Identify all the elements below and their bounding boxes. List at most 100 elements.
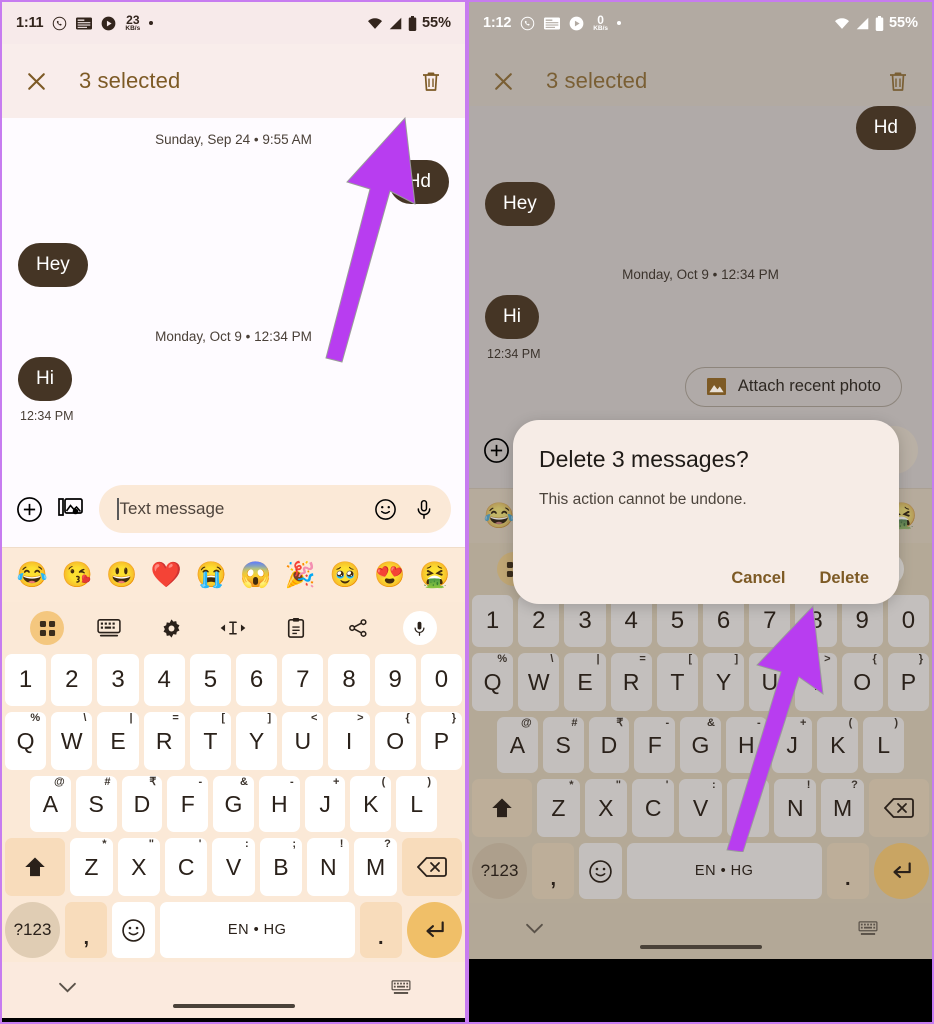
key-9[interactable]: 9 [374, 654, 416, 706]
message-row[interactable]: Hi [485, 294, 916, 339]
gallery-icon[interactable] [57, 496, 85, 522]
key-o[interactable]: {O [374, 712, 416, 770]
delete-button[interactable]: Delete [819, 569, 869, 588]
key-5[interactable]: 5 [189, 654, 231, 706]
key-e[interactable]: | E [97, 712, 139, 770]
key-l[interactable]: ) L [863, 717, 905, 773]
key-period[interactable]: . [826, 843, 869, 899]
key-q[interactable]: % Q [4, 712, 47, 770]
key-m[interactable]: ? M [821, 779, 864, 837]
text-message-input[interactable]: Text message [99, 485, 451, 533]
key-c[interactable]: ' C [164, 838, 208, 896]
message-row[interactable]: Hd [485, 106, 916, 150]
emoji-icon[interactable] [374, 498, 397, 521]
key-3[interactable]: 3 [97, 654, 139, 706]
attach-recent-photo-chip[interactable]: Attach recent photo [684, 366, 902, 407]
shift-icon[interactable] [472, 779, 533, 837]
emoji-suggestion[interactable]: ❤️ [151, 562, 182, 588]
emoji-suggestion[interactable]: 😂 [484, 503, 515, 529]
key-q[interactable]: % Q [471, 653, 514, 711]
key-c[interactable]: ' C [631, 779, 675, 837]
clipboard-icon[interactable] [265, 617, 327, 639]
key-i[interactable]: > I [795, 653, 837, 711]
keyboard-switch-icon[interactable] [391, 979, 411, 1001]
key-6[interactable]: 6 [236, 654, 278, 706]
key-h[interactable]: -H [725, 717, 767, 773]
keyboard-icon[interactable] [78, 618, 140, 638]
key-n[interactable]: ! N [307, 838, 350, 896]
message-row[interactable]: Hey [485, 181, 916, 226]
key-u[interactable]: < U [749, 653, 791, 711]
key-w[interactable]: \ W [518, 653, 560, 711]
key-z[interactable]: * Z [537, 779, 580, 837]
emoji-suggestion[interactable]: 🤮 [419, 562, 450, 588]
key-w[interactable]: \ W [51, 712, 93, 770]
key-j[interactable]: + J [771, 717, 813, 773]
key-r[interactable]: = R [610, 653, 652, 711]
enter-icon[interactable] [406, 902, 463, 958]
key-e[interactable]: | E [564, 653, 606, 711]
apps-grid-icon[interactable] [16, 611, 78, 645]
key-8[interactable]: 8 [328, 654, 370, 706]
key-y[interactable]: ] Y [236, 712, 278, 770]
key-b[interactable]: ; B [259, 838, 303, 896]
key-comma[interactable]: , [65, 902, 108, 958]
key-a[interactable]: @ A [496, 717, 538, 773]
key-r[interactable]: = R [143, 712, 185, 770]
key-i[interactable]: > I [328, 712, 370, 770]
chevron-down-icon[interactable] [58, 981, 77, 999]
symbols-key[interactable]: ?123 [471, 843, 528, 899]
key-h[interactable]: -H [258, 776, 300, 832]
key-n[interactable]: ! N [774, 779, 817, 837]
key-s[interactable]: # S [75, 776, 117, 832]
key-b[interactable]: ; B [726, 779, 770, 837]
emoji-suggestion[interactable]: 😱 [240, 562, 271, 588]
text-cursor-icon[interactable] [202, 618, 264, 638]
space-key[interactable]: EN • HG [626, 843, 822, 899]
message-bubble-incoming[interactable]: Hey [18, 242, 88, 287]
key-t[interactable]: [T [656, 653, 698, 711]
key-k[interactable]: (K [817, 717, 859, 773]
key-4[interactable]: 4 [143, 654, 185, 706]
key-v[interactable]: :V [679, 779, 722, 837]
key-comma[interactable]: , [532, 843, 575, 899]
key-x[interactable]: " X [584, 779, 627, 837]
backspace-icon[interactable] [868, 779, 929, 837]
keyboard-switch-icon[interactable] [858, 920, 878, 942]
message-row[interactable]: Hey [18, 242, 449, 287]
key-g[interactable]: & G [680, 717, 721, 773]
key-2[interactable]: 2 [51, 654, 93, 706]
emoji-icon[interactable] [112, 902, 155, 958]
message-bubble-outgoing[interactable]: Hd [855, 106, 916, 150]
key-k[interactable]: (K [350, 776, 392, 832]
emoji-icon[interactable] [579, 843, 622, 899]
shift-icon[interactable] [5, 838, 66, 896]
delete-icon[interactable] [419, 69, 443, 93]
share-icon[interactable] [327, 617, 389, 639]
message-bubble-outgoing[interactable]: Hd [388, 160, 449, 204]
message-bubble-incoming[interactable]: Hi [18, 356, 72, 401]
gear-icon[interactable] [140, 618, 202, 639]
microphone-icon[interactable] [389, 611, 451, 645]
key-d[interactable]: ₹ D [121, 776, 163, 832]
microphone-icon[interactable] [413, 498, 435, 521]
key-m[interactable]: ? M [354, 838, 397, 896]
enter-icon[interactable] [873, 843, 930, 899]
emoji-suggestion[interactable]: 😂 [17, 562, 48, 588]
backspace-icon[interactable] [401, 838, 462, 896]
symbols-key[interactable]: ?123 [4, 902, 61, 958]
emoji-suggestion[interactable]: 😭 [196, 562, 227, 588]
message-row[interactable]: Hi [18, 356, 449, 401]
key-d[interactable]: ₹ D [588, 717, 630, 773]
key-1[interactable]: 1 [4, 654, 47, 706]
key-f[interactable]: -F [167, 776, 209, 832]
key-p[interactable]: } P [420, 712, 463, 770]
message-bubble-incoming[interactable]: Hi [485, 294, 539, 339]
emoji-suggestion[interactable]: 😍 [374, 562, 405, 588]
key-x[interactable]: " X [117, 838, 160, 896]
cancel-button[interactable]: Cancel [731, 569, 785, 588]
key-1[interactable]: 1 [471, 595, 514, 647]
key-g[interactable]: & G [213, 776, 254, 832]
plus-circle-icon[interactable] [483, 437, 510, 464]
key-7[interactable]: 7 [282, 654, 324, 706]
